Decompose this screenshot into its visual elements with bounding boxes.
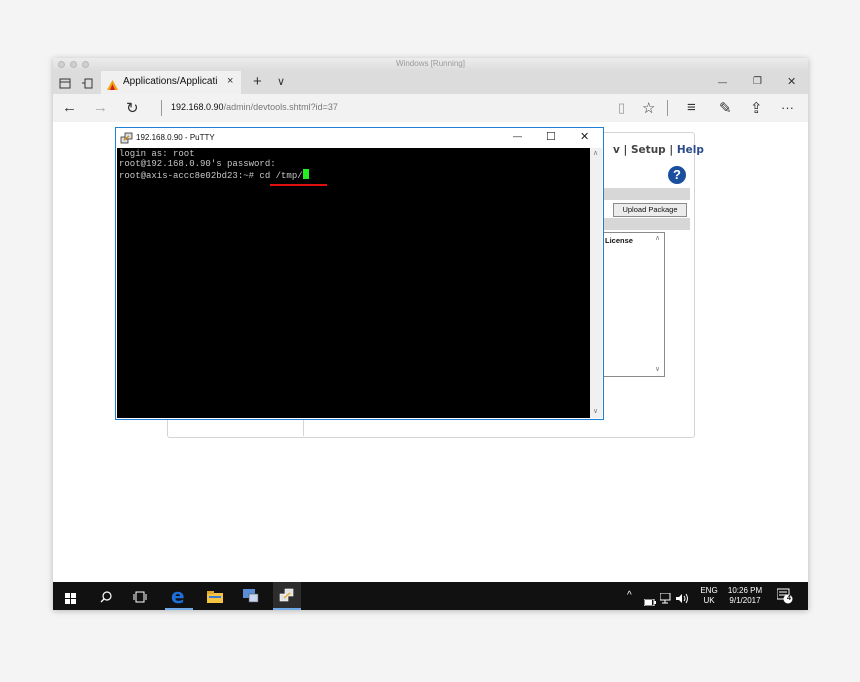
refresh-icon[interactable]: ↻ — [126, 99, 139, 117]
putty-minimize-icon[interactable]: — — [513, 131, 522, 141]
terminal-area[interactable]: login as: root root@192.168.0.90's passw… — [117, 148, 590, 418]
new-tab-icon[interactable]: + — [253, 73, 262, 90]
taskbar: e ^ ENG UK 10:26 PM 9/1/2017 4 — [53, 582, 808, 610]
help-link[interactable]: Help — [677, 144, 704, 156]
scroll-up-icon[interactable]: ∧ — [593, 149, 598, 157]
edge-active-indicator — [165, 608, 193, 610]
set-tabs-aside-icon[interactable] — [81, 76, 93, 94]
top-nav-links: v | Setup | Help — [613, 144, 704, 156]
reading-view-icon[interactable]: ▯ — [618, 100, 625, 116]
terminal-line: root@axis-accc8e02bd23:~# cd /tmp/ — [119, 169, 309, 181]
help-icon[interactable]: ? — [668, 166, 686, 184]
browser-tab-bar: Applications/Applicatio × + ∨ — ❐ ✕ — [53, 71, 808, 94]
setup-link[interactable]: Setup — [631, 144, 666, 156]
tab-list-icon[interactable]: ∨ — [277, 75, 285, 88]
address-bar-row: ← → ↻ 192.168.0.90/admin/devtools.shtml?… — [53, 94, 808, 122]
address-input[interactable]: 192.168.0.90/admin/devtools.shtml?id=37 — [171, 102, 338, 112]
terminal-line: login as: root — [119, 149, 195, 159]
locale-code: UK — [703, 596, 715, 605]
web-notes-icon[interactable]: ✎ — [719, 99, 732, 117]
putty-window: 192.168.0.90 - PuTTY — ☐ ✕ login as: roo… — [115, 127, 604, 420]
share-icon[interactable]: ⇪ — [750, 99, 763, 117]
license-column-label: License — [605, 236, 633, 245]
network-icon[interactable] — [659, 591, 672, 609]
terminal-line: root@192.168.0.90's password: — [119, 159, 276, 169]
more-icon[interactable]: ··· — [781, 100, 794, 115]
table-header-bar — [601, 218, 690, 230]
close-icon[interactable]: ✕ — [787, 75, 796, 88]
terminal-scrollbar[interactable]: ∧ ∨ — [590, 148, 602, 418]
upload-package-button[interactable]: Upload Package — [613, 203, 687, 217]
volume-icon[interactable] — [676, 591, 689, 609]
url-separator — [161, 100, 162, 116]
vm-titlebar: Windows [Running] — [53, 58, 808, 72]
hub-icon[interactable]: ≡ — [687, 99, 696, 116]
minimize-icon[interactable]: — — [718, 77, 727, 87]
nav-separator: | — [665, 144, 677, 156]
search-icon[interactable] — [100, 590, 112, 608]
language-code: ENG — [700, 586, 718, 595]
tab-close-icon[interactable]: × — [227, 75, 233, 87]
clock[interactable]: 10:26 PM 9/1/2017 — [725, 586, 765, 606]
windows-start-icon[interactable] — [65, 591, 76, 609]
axis-favicon-icon — [107, 77, 118, 95]
putty-maximize-icon[interactable]: ☐ — [546, 130, 556, 143]
page-column-divider — [303, 418, 304, 436]
nav-prefix: v | — [613, 144, 631, 156]
terminal-cursor — [302, 169, 309, 179]
edge-browser-icon[interactable]: e — [171, 586, 185, 606]
url-path: /admin/devtools.shtml?id=37 — [223, 102, 338, 112]
terminal-command: root@axis-accc8e02bd23:~# cd /tmp/ — [119, 171, 303, 181]
scroll-up-icon[interactable]: ∧ — [655, 234, 660, 242]
task-view-icon[interactable] — [133, 590, 147, 608]
tab-title: Applications/Applicatio — [123, 76, 218, 87]
tab-manager-icon[interactable] — [59, 76, 71, 94]
browser-tab[interactable]: Applications/Applicatio × — [101, 71, 241, 94]
clock-time: 10:26 PM — [727, 586, 763, 595]
vm-window-title: Windows [Running] — [396, 59, 465, 68]
putty-icon — [120, 131, 133, 149]
restore-icon[interactable]: ❐ — [753, 76, 762, 87]
section-header-bar — [601, 188, 690, 200]
toolbar-separator — [667, 100, 668, 116]
clock-date: 9/1/2017 — [729, 596, 761, 605]
notification-count: 4 — [787, 595, 791, 602]
putty-active-indicator — [273, 608, 301, 610]
back-icon[interactable]: ← — [62, 99, 77, 116]
battery-icon — [643, 593, 656, 611]
favorite-star-icon[interactable]: ☆ — [642, 99, 655, 117]
forward-icon[interactable]: → — [93, 99, 108, 116]
putty-close-icon[interactable]: ✕ — [580, 130, 589, 143]
network-app-icon[interactable] — [243, 588, 259, 608]
url-host: 192.168.0.90 — [171, 102, 224, 112]
putty-title: 192.168.0.90 - PuTTY — [136, 133, 215, 142]
scroll-down-icon[interactable]: ∨ — [593, 407, 598, 415]
tray-chevron-icon[interactable]: ^ — [627, 591, 632, 601]
vm-window: Windows [Running] Applications/Applicati… — [53, 58, 808, 610]
file-explorer-icon[interactable] — [207, 590, 223, 608]
language-indicator[interactable]: ENG UK — [698, 586, 720, 606]
scroll-down-icon[interactable]: ∨ — [655, 365, 660, 373]
license-list[interactable]: License ∧ ∨ — [601, 232, 665, 377]
command-underline — [270, 184, 327, 186]
putty-active-bg — [273, 582, 301, 608]
